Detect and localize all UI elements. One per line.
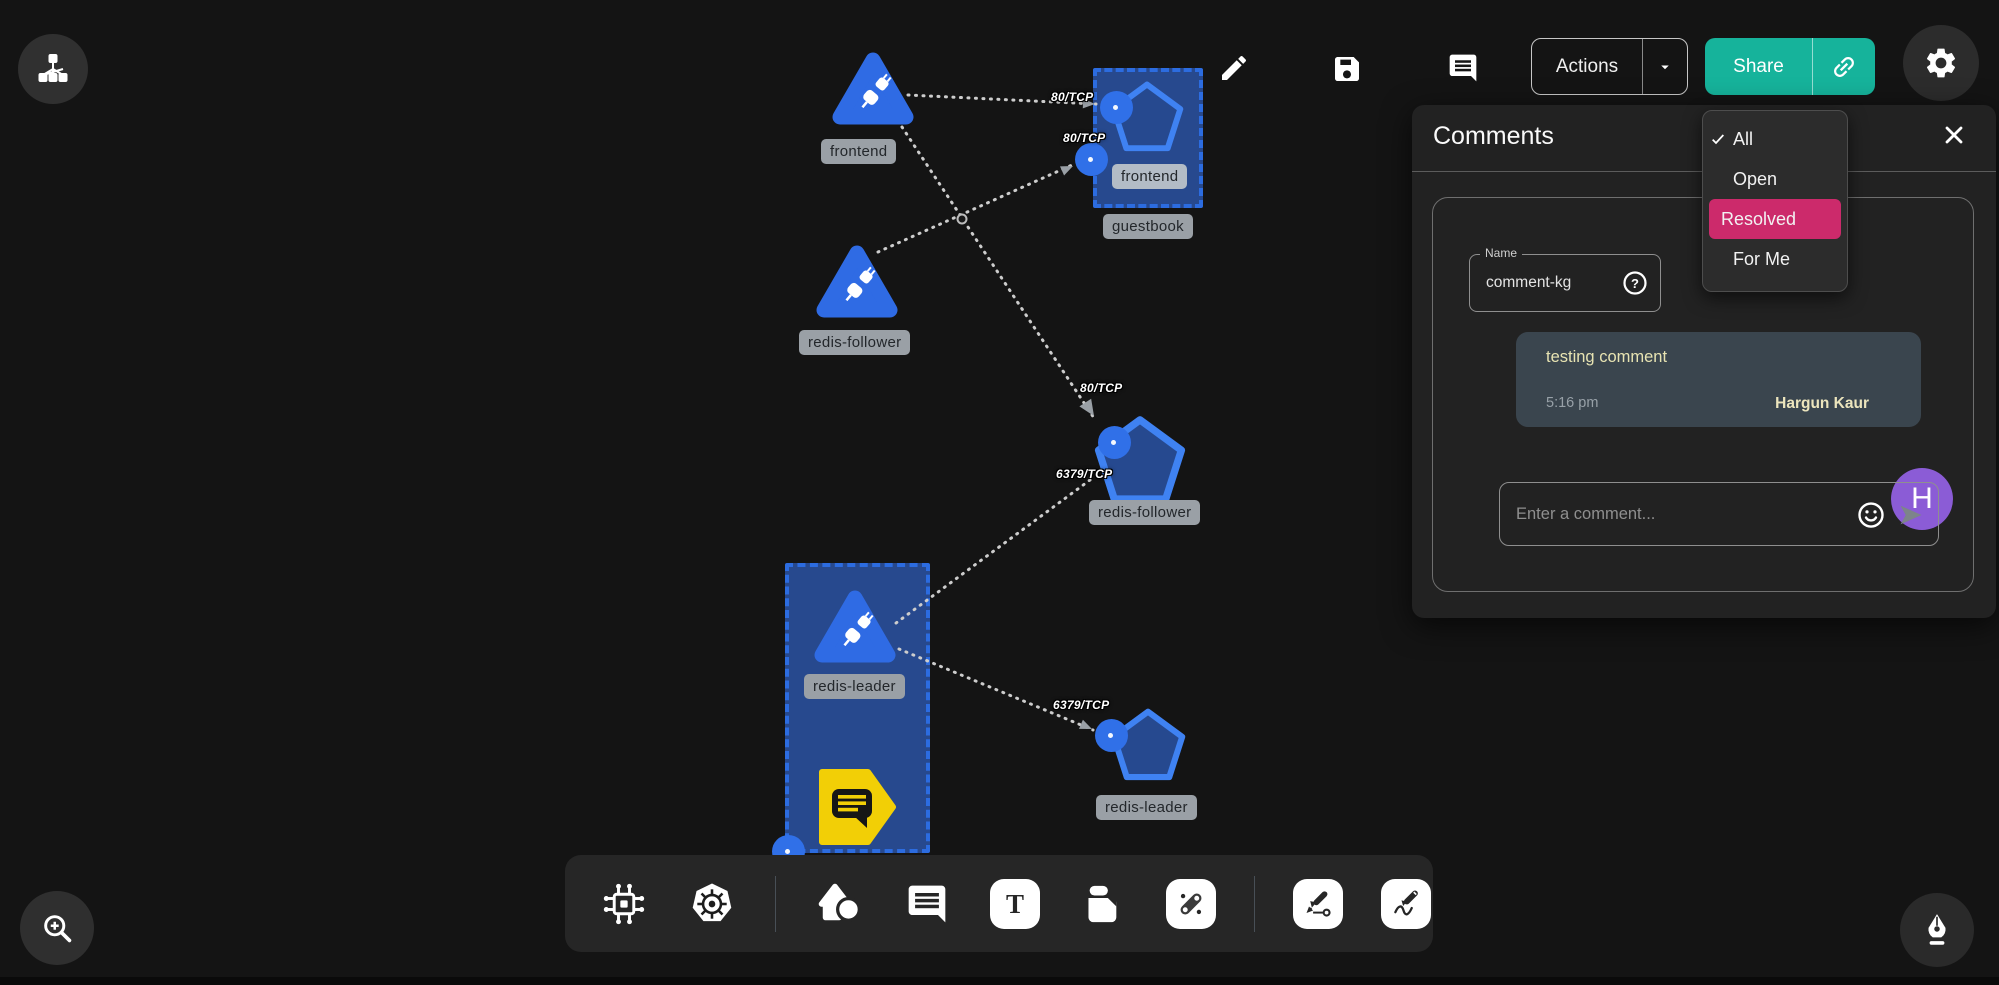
comment-author: Hargun Kaur (1775, 395, 1869, 413)
draw-tool[interactable] (1381, 879, 1431, 929)
node-redis-follower-deployment[interactable] (815, 241, 899, 321)
node-label: frontend (821, 139, 896, 164)
kubernetes-tool[interactable] (687, 879, 737, 929)
filter-item-resolved[interactable]: Resolved (1709, 199, 1841, 239)
kubernetes-tool-icon (689, 881, 735, 927)
text-tool[interactable]: T (990, 879, 1040, 929)
comment-item[interactable]: testing comment 5:16 pm Hargun Kaur (1516, 332, 1921, 427)
send-icon[interactable] (1896, 501, 1926, 529)
svg-text:?: ? (1631, 276, 1639, 291)
help-icon[interactable]: ? (1622, 270, 1648, 296)
node-label: redis-follower (799, 330, 910, 355)
draw-tool-icon (1388, 886, 1424, 922)
text-tool-icon: T (998, 887, 1032, 921)
comment-input[interactable] (1500, 483, 1846, 545)
group-label: guestbook (1103, 214, 1193, 239)
pen-tool-icon (1300, 886, 1336, 922)
name-field[interactable]: Name comment-kg ? (1469, 254, 1661, 312)
architecture-tool-icon (602, 882, 646, 926)
edge-label: 6379/TCP (1053, 698, 1109, 712)
comments-filter-menu: All Open Resolved For Me (1702, 110, 1848, 292)
node-label: frontend (1112, 164, 1187, 189)
frame-tool-icon (1080, 881, 1126, 927)
filter-item-all[interactable]: All (1703, 119, 1847, 159)
toolbar-divider (775, 876, 776, 932)
edge-label: 80/TCP (1080, 381, 1122, 395)
service-port-ball[interactable] (1095, 719, 1128, 752)
architecture-tool[interactable] (599, 879, 649, 929)
connector-tool[interactable] (1166, 879, 1216, 929)
name-field-value: comment-kg (1486, 255, 1571, 311)
svg-text:T: T (1006, 889, 1024, 919)
shapes-tool-icon (816, 881, 862, 927)
node-label: redis-leader (804, 674, 905, 699)
bottom-toolbar: T (565, 855, 1433, 952)
node-redis-leader-deployment[interactable] (813, 586, 897, 666)
filter-item-for-me[interactable]: For Me (1703, 239, 1847, 279)
edge-label: 80/TCP (1051, 90, 1093, 104)
shapes-tool[interactable] (814, 879, 864, 929)
comment-text: testing comment (1546, 348, 1667, 367)
node-frontend-deployment[interactable] (831, 48, 915, 128)
comment-marker-icon[interactable] (818, 768, 898, 846)
comment-time: 5:16 pm (1546, 395, 1598, 411)
filter-item-open[interactable]: Open (1703, 159, 1847, 199)
edge-label: 80/TCP (1063, 131, 1105, 145)
service-port-ball[interactable] (1100, 91, 1133, 124)
comment-tool[interactable] (902, 879, 952, 929)
pen-tool[interactable] (1293, 879, 1343, 929)
panel-title: Comments (1433, 122, 1554, 151)
close-icon[interactable] (1940, 121, 1968, 149)
service-port-ball[interactable] (1098, 426, 1131, 459)
service-port-ball[interactable] (1075, 143, 1108, 176)
check-icon (1710, 131, 1726, 147)
frame-tool[interactable] (1078, 879, 1128, 929)
connector-tool-icon (1173, 886, 1209, 922)
node-label: redis-follower (1089, 500, 1200, 525)
edge-label: 6379/TCP (1056, 467, 1112, 481)
node-label: redis-leader (1096, 795, 1197, 820)
comment-tool-icon (904, 882, 950, 926)
toolbar-divider (1254, 876, 1255, 932)
emoji-icon[interactable] (1856, 500, 1886, 530)
comment-composer (1499, 482, 1939, 546)
